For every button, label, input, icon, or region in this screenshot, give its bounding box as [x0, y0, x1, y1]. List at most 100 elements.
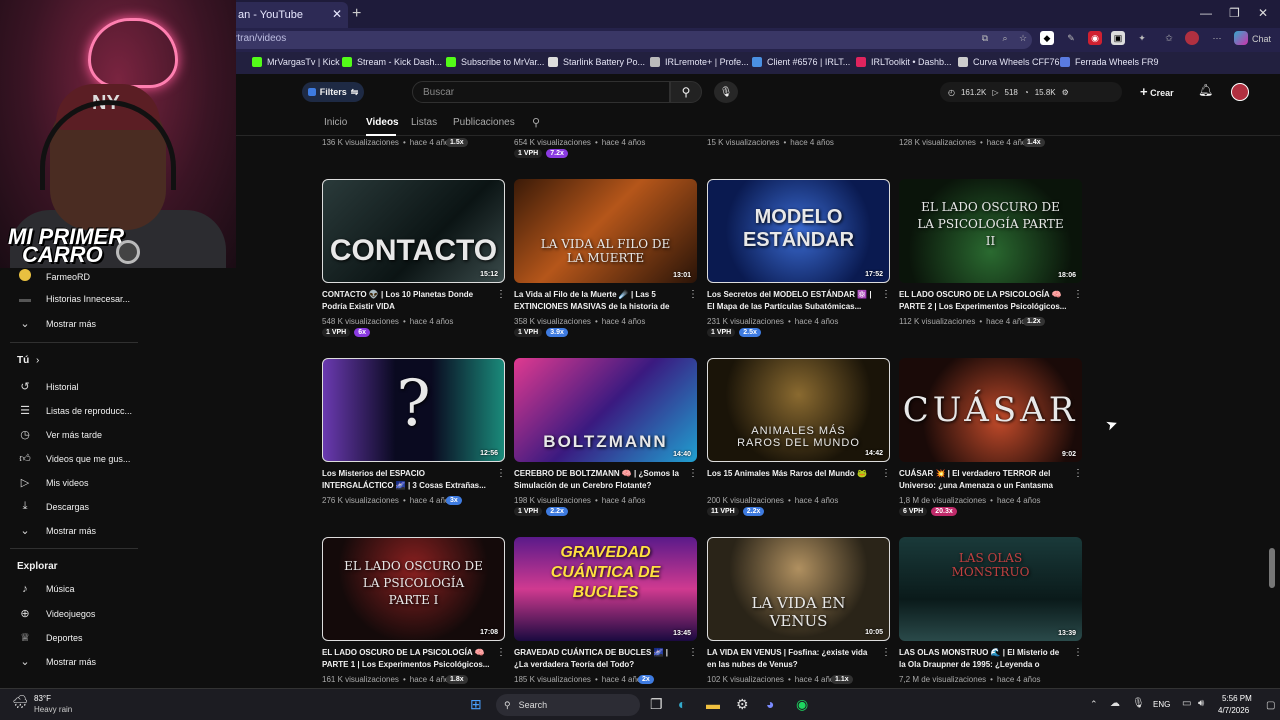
- more-options-icon[interactable]: ⋮: [1073, 647, 1083, 658]
- page-scrollbar[interactable]: [1268, 136, 1276, 688]
- notification-center-icon[interactable]: ▢: [1266, 700, 1275, 711]
- bookmark-item[interactable]: IRLremote+ | Profe...: [650, 57, 749, 67]
- more-menu-icon[interactable]: ⋯: [1210, 31, 1224, 45]
- notifications-bell-icon[interactable]: 🔔︎: [1198, 83, 1213, 97]
- more-options-icon[interactable]: ⋮: [1073, 289, 1083, 300]
- search-input[interactable]: Buscar: [412, 81, 670, 103]
- video-thumbnail[interactable]: CONTACTO 15:12: [322, 179, 505, 283]
- sidebar-item-gamepad[interactable]: ⊕ Videojuegos: [18, 607, 95, 620]
- video-title[interactable]: CEREBRO DE BOLTZMANN 🧠 | ¿Somos la Simul…: [514, 468, 682, 492]
- sidebar-sub-farmeord[interactable]: FarmeoRD: [18, 269, 90, 284]
- bookmark-item[interactable]: MrVargasTv | Kick: [252, 57, 340, 67]
- channel-search-icon[interactable]: ⚲: [532, 116, 540, 129]
- tab-inicio[interactable]: Inicio: [324, 117, 347, 128]
- network-icon[interactable]: ▭: [1182, 698, 1191, 709]
- more-options-icon[interactable]: ⋮: [881, 289, 891, 300]
- taskbar-search[interactable]: ⚲ Search: [496, 694, 640, 716]
- video-card[interactable]: EL LADO OSCURO DE LA PSICOLOGÍA PARTE I 1…: [322, 537, 506, 669]
- bookmark-item[interactable]: Subscribe to MrVar...: [446, 57, 544, 67]
- video-title[interactable]: CUÁSAR 💥 | El verdadero TERROR del Unive…: [899, 468, 1067, 492]
- sidebar-you-heading[interactable]: Tú ›: [17, 355, 39, 366]
- file-explorer-icon[interactable]: ▬: [706, 696, 720, 712]
- extension-box-icon[interactable]: ▣: [1111, 31, 1125, 45]
- spotify-icon[interactable]: ◉: [796, 696, 808, 713]
- more-options-icon[interactable]: ⋮: [496, 647, 506, 658]
- discord-icon[interactable]: ◕: [766, 696, 774, 712]
- zoom-icon[interactable]: ⌕: [998, 31, 1012, 45]
- sidebar-sub-historias[interactable]: Historias Innecesar...: [18, 293, 130, 305]
- video-title[interactable]: LA VIDA EN VENUS | Fosfina: ¿existe vida…: [707, 647, 875, 671]
- close-tab-icon[interactable]: ✕: [332, 7, 342, 21]
- bookmark-star-icon[interactable]: ☆: [1016, 31, 1030, 45]
- browser-tab-youtube[interactable]: an - YouTube ✕: [228, 2, 348, 28]
- task-view-icon[interactable]: ❐: [650, 696, 663, 713]
- filters-button[interactable]: Filters ⇋: [302, 82, 364, 102]
- show-hidden-icons-icon[interactable]: ⌃: [1090, 699, 1098, 710]
- video-title[interactable]: Los 15 Animales Más Raros del Mundo 🐸: [707, 468, 875, 492]
- scrollbar-thumb[interactable]: [1269, 548, 1275, 588]
- video-thumbnail[interactable]: ? 12:56: [322, 358, 505, 462]
- sidebar-item-thumbs-up[interactable]: 👍︎ Videos que me gus...: [18, 452, 130, 465]
- copilot-icon[interactable]: [1234, 31, 1248, 45]
- bookmark-item[interactable]: Stream - Kick Dash...: [342, 57, 442, 67]
- sidebar-item-trophy[interactable]: ♕ Deportes: [18, 631, 82, 644]
- more-options-icon[interactable]: ⋮: [881, 468, 891, 479]
- video-card[interactable]: CUÁSAR 9:02 CUÁSAR 💥 | El verdadero TERROR…: [899, 358, 1083, 490]
- onedrive-icon[interactable]: ☁: [1110, 698, 1120, 709]
- language-indicator[interactable]: ENG: [1153, 700, 1170, 709]
- edge-browser-icon[interactable]: ◐: [678, 696, 686, 712]
- video-thumbnail[interactable]: LA VIDA AL FILO DE LA MUERTE 13:01: [514, 179, 697, 283]
- video-thumbnail[interactable]: EL LADO OSCURO DE LA PSICOLOGÍA PARTE I 1…: [322, 537, 505, 641]
- minimize-icon[interactable]: —: [1200, 6, 1212, 20]
- more-options-icon[interactable]: ⋮: [496, 289, 506, 300]
- tab-videos[interactable]: Videos: [366, 117, 399, 128]
- bookmark-item[interactable]: Curva Wheels CFF76: [958, 57, 1060, 67]
- tab-listas[interactable]: Listas: [411, 117, 437, 128]
- video-thumbnail[interactable]: CUÁSAR 9:02: [899, 358, 1082, 462]
- sidebar-item-playlist[interactable]: ☰ Listas de reproducc...: [18, 404, 132, 417]
- extension-red-icon[interactable]: ◉: [1088, 31, 1102, 45]
- video-card[interactable]: BOLTZMANN 14:40 CEREBRO DE BOLTZMANN 🧠 | ¿…: [514, 358, 698, 490]
- video-thumbnail[interactable]: MODELO ESTÁNDAR 17:52: [707, 179, 890, 283]
- account-avatar[interactable]: [1231, 83, 1249, 101]
- video-title[interactable]: La Vida al Filo de la Muerte ☄️ | Las 5 …: [514, 289, 682, 313]
- video-title[interactable]: Los Misterios del ESPACIO INTERGALÁCTICO…: [322, 468, 490, 492]
- more-options-icon[interactable]: ⋮: [496, 468, 506, 479]
- sidebar-show-more-you[interactable]: ⌄ Mostrar más: [18, 524, 96, 537]
- video-title[interactable]: EL LADO OSCURO DE LA PSICOLOGÍA 🧠 PARTE …: [322, 647, 490, 671]
- settings-app-icon[interactable]: ⚙: [736, 696, 749, 713]
- video-title[interactable]: LAS OLAS MONSTRUO 🌊 | El Misterio de la …: [899, 647, 1067, 671]
- video-card[interactable]: LA VIDA AL FILO DE LA MUERTE 13:01 La Vida…: [514, 179, 698, 311]
- video-card[interactable]: GRAVEDAD CUÁNTICA DE BUCLES 13:45 GRAVEDAD…: [514, 537, 698, 669]
- open-app-icon[interactable]: ⧉: [978, 31, 992, 45]
- weather-condition[interactable]: Heavy rain: [34, 705, 72, 714]
- favorites-icon[interactable]: ✩: [1162, 31, 1176, 45]
- weather-temperature[interactable]: 83°F: [34, 694, 51, 703]
- chat-label[interactable]: Chat: [1252, 34, 1271, 44]
- sidebar-show-more-explore[interactable]: ⌄ Mostrar más: [18, 655, 96, 668]
- video-card[interactable]: CONTACTO 15:12 CONTACTO 👽 | Los 10 Planeta…: [322, 179, 506, 311]
- video-title[interactable]: CONTACTO 👽 | Los 10 Planetas Donde Podrí…: [322, 289, 490, 313]
- sidebar-item-my-videos[interactable]: ▷ Mis videos: [18, 476, 89, 489]
- video-card[interactable]: LAS OLAS MONSTRUO 13:39 LAS OLAS MONSTRUO …: [899, 537, 1083, 669]
- more-options-icon[interactable]: ⋮: [688, 647, 698, 658]
- create-button[interactable]: + Crear: [1140, 84, 1174, 99]
- more-options-icon[interactable]: ⋮: [881, 647, 891, 658]
- video-card[interactable]: ANIMALES MÁS RAROS DEL MUNDO 14:42 Los 15 …: [707, 358, 891, 479]
- video-card[interactable]: LA VIDA EN VENUS 10:05 LA VIDA EN VENUS | …: [707, 537, 891, 669]
- extension-diamond-icon[interactable]: ◆: [1040, 31, 1054, 45]
- video-thumbnail[interactable]: EL LADO OSCURO DE LA PSICOLOGÍA PARTE II…: [899, 179, 1082, 283]
- video-title[interactable]: GRAVEDAD CUÁNTICA DE BUCLES 🌌 | ¿La verd…: [514, 647, 682, 671]
- sidebar-item-clock[interactable]: ◷ Ver más tarde: [18, 428, 102, 441]
- video-card[interactable]: EL LADO OSCURO DE LA PSICOLOGÍA PARTE II…: [899, 179, 1083, 311]
- extension-pen-icon[interactable]: ✎: [1064, 31, 1078, 45]
- voice-search-button[interactable]: 🎙: [714, 81, 738, 103]
- sidebar-show-more-subs[interactable]: ⌄ Mostrar más: [18, 317, 96, 330]
- video-title[interactable]: Los Secretos del MODELO ESTÁNDAR ⚛️ | El…: [707, 289, 875, 313]
- video-thumbnail[interactable]: LA VIDA EN VENUS 10:05: [707, 537, 890, 641]
- video-card[interactable]: ? 12:56 Los Misterios del ESPACIO INTERGAL…: [322, 358, 506, 490]
- maximize-icon[interactable]: ❐: [1229, 6, 1240, 20]
- bookmark-item[interactable]: IRLToolkit • Dashb...: [856, 57, 952, 67]
- video-thumbnail[interactable]: ANIMALES MÁS RAROS DEL MUNDO 14:42: [707, 358, 890, 462]
- more-options-icon[interactable]: ⋮: [1073, 468, 1083, 479]
